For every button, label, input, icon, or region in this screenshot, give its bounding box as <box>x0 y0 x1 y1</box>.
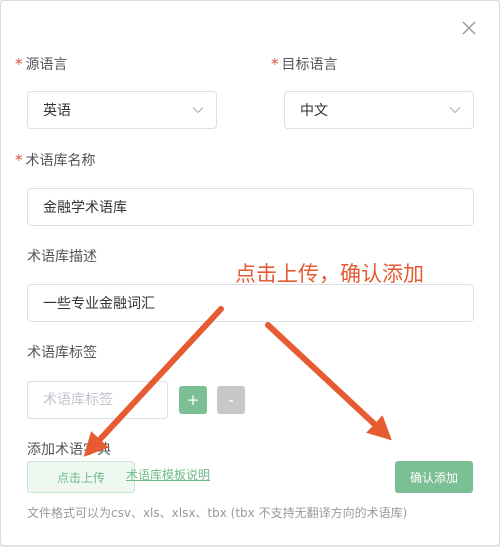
termbase-tags-field[interactable] <box>27 381 168 419</box>
termbase-description-label: 术语库描述 <box>27 249 97 265</box>
source-language-label: * 源语言 <box>15 55 68 74</box>
add-tag-button[interactable]: + <box>179 386 207 414</box>
required-mark: * <box>271 55 279 73</box>
source-language-select[interactable]: 英语 <box>27 91 217 129</box>
required-mark: * <box>15 55 23 73</box>
arrow-to-upload <box>83 306 224 457</box>
termbase-description-field[interactable] <box>27 284 474 322</box>
source-language-label-text: 源语言 <box>25 57 68 73</box>
termbase-name-label-text: 术语库名称 <box>25 153 96 169</box>
termbase-name-field[interactable] <box>27 188 474 226</box>
confirm-add-button[interactable]: 确认添加 <box>395 461 473 493</box>
file-format-hint: 文件格式可以为csv、xls、xlsx、tbx (tbx 不支持无翻译方向的术语… <box>27 506 408 520</box>
termbase-tags-input[interactable] <box>43 392 167 408</box>
upload-button[interactable]: 点击上传 <box>27 461 135 493</box>
termbase-name-input[interactable] <box>43 199 473 215</box>
termbase-name-label: * 术语库名称 <box>15 151 96 170</box>
add-dictionary-label: 添加术语字典 <box>27 442 111 458</box>
chevron-down-icon <box>192 107 204 114</box>
remove-tag-button[interactable]: - <box>217 386 245 414</box>
chevron-down-icon <box>449 107 461 114</box>
target-language-select[interactable]: 中文 <box>284 91 474 129</box>
close-icon[interactable] <box>462 21 478 37</box>
target-language-value: 中文 <box>300 103 328 119</box>
target-language-label-text: 目标语言 <box>281 57 338 73</box>
target-language-label: * 目标语言 <box>271 55 338 74</box>
add-termbase-dialog: *源语言 英语 *目标语言 中文 *术语库名称 术语库描述 术语库标签 + - … <box>0 0 500 546</box>
termbase-tags-label: 术语库标签 <box>27 345 97 361</box>
arrow-to-confirm <box>265 322 392 441</box>
source-language-value: 英语 <box>43 103 71 119</box>
annotation-text: 点击上传，确认添加 <box>235 262 424 286</box>
termbase-description-input[interactable] <box>43 295 473 311</box>
required-mark: * <box>15 151 23 169</box>
template-instructions-link[interactable]: 术语库模板说明 <box>126 466 210 483</box>
